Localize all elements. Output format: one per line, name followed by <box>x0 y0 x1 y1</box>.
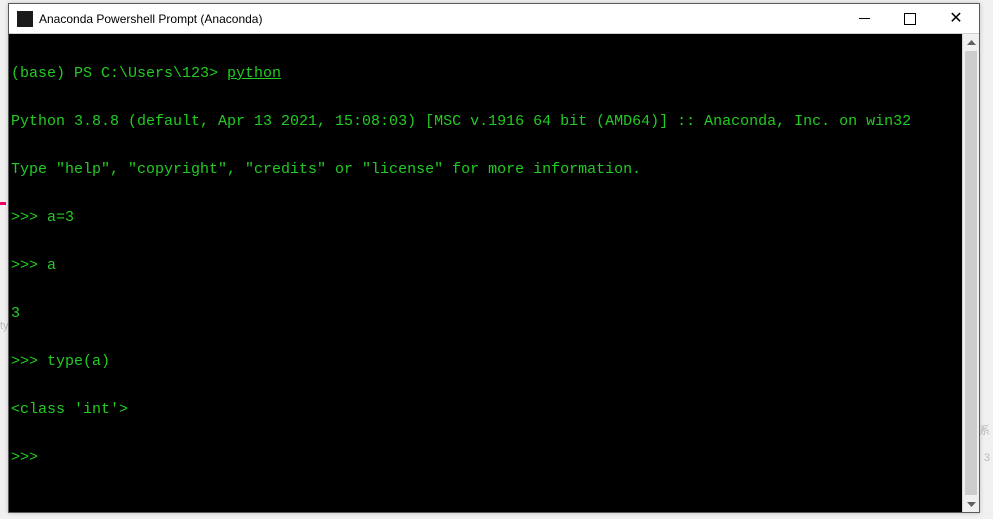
command-text: python <box>227 65 281 82</box>
terminal-output[interactable]: (base) PS C:\Users\123> python Python 3.… <box>9 34 962 512</box>
minimize-button[interactable] <box>841 4 887 33</box>
window-body: (base) PS C:\Users\123> python Python 3.… <box>9 34 979 512</box>
terminal-line: >>> type(a) <box>11 354 960 370</box>
window-controls: ✕ <box>841 4 979 33</box>
background-text: 系 <box>979 422 990 438</box>
scroll-down-button[interactable] <box>963 495 979 512</box>
terminal-line: Python 3.8.8 (default, Apr 13 2021, 15:0… <box>11 114 960 130</box>
scrollbar-thumb[interactable] <box>965 51 977 495</box>
terminal-line: >>> <box>11 450 960 466</box>
terminal-line: >>> a <box>11 258 960 274</box>
terminal-line: >>> a=3 <box>11 210 960 226</box>
titlebar[interactable]: Anaconda Powershell Prompt (Anaconda) ✕ <box>9 4 979 34</box>
prompt-text: (base) PS C:\Users\123> <box>11 65 227 82</box>
terminal-line: 3 <box>11 306 960 322</box>
maximize-button[interactable] <box>887 4 933 33</box>
background-mark <box>0 202 6 205</box>
terminal-line: (base) PS C:\Users\123> python <box>11 66 960 82</box>
terminal-line: <class 'int'> <box>11 402 960 418</box>
scroll-up-button[interactable] <box>963 34 979 51</box>
background-text: 3 <box>984 452 990 464</box>
close-button[interactable]: ✕ <box>933 4 979 33</box>
terminal-icon <box>17 11 33 27</box>
app-window: Anaconda Powershell Prompt (Anaconda) ✕ … <box>8 3 980 513</box>
vertical-scrollbar[interactable] <box>962 34 979 512</box>
terminal-line: Type "help", "copyright", "credits" or "… <box>11 162 960 178</box>
window-title: Anaconda Powershell Prompt (Anaconda) <box>39 12 841 26</box>
scrollbar-track[interactable] <box>963 51 979 495</box>
